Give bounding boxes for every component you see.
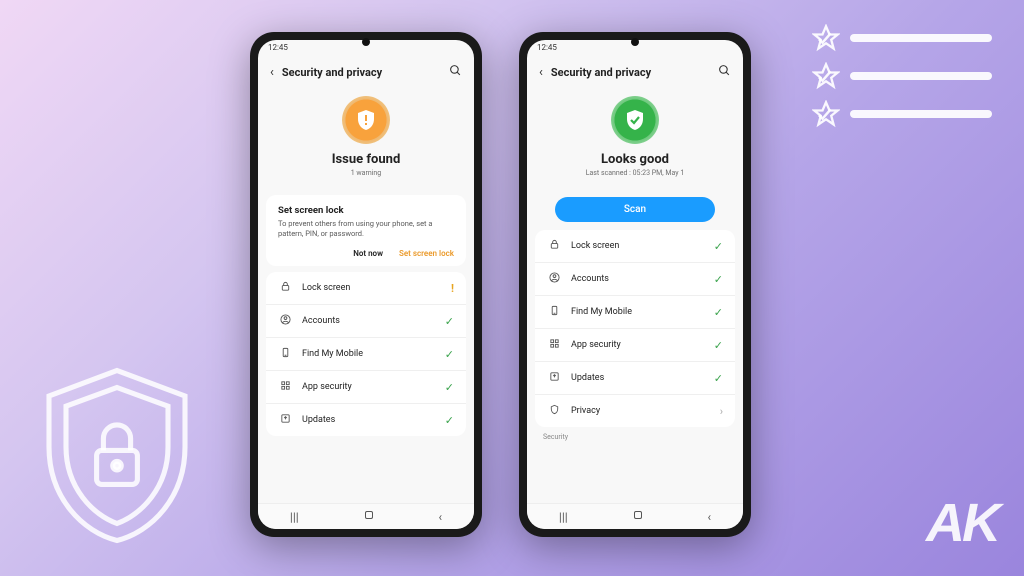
- row-label: Updates: [302, 415, 435, 425]
- camera-hole: [362, 38, 370, 46]
- security-list: Lock screen ✓ Accounts ✓ Find My Mobile …: [535, 230, 735, 427]
- nav-back[interactable]: ‹: [438, 510, 442, 524]
- row-label: Accounts: [571, 274, 704, 284]
- security-list: Lock screen ! Accounts ✓ Find My Mobile …: [266, 272, 466, 436]
- scan-button[interactable]: Scan: [555, 197, 715, 222]
- status-shield-warning-icon: [342, 96, 390, 144]
- status-subtitle: 1 warning: [268, 169, 464, 177]
- row-lock-screen[interactable]: Lock screen ✓: [535, 230, 735, 263]
- status-subtitle: Last scanned : 05:23 PM, May 1: [537, 169, 733, 177]
- status-title: Looks good: [537, 152, 733, 167]
- set-screen-lock-button[interactable]: Set screen lock: [399, 249, 454, 258]
- row-label: Updates: [571, 373, 704, 383]
- check-icon: ✓: [714, 240, 723, 253]
- row-label: Accounts: [302, 316, 435, 326]
- grid-icon: [547, 338, 561, 352]
- page-title: Security and privacy: [551, 66, 710, 79]
- nav-recent[interactable]: |||: [559, 510, 568, 524]
- lock-icon: [547, 239, 561, 253]
- phone-icon: [547, 305, 561, 319]
- user-icon: [547, 272, 561, 286]
- row-label: Find My Mobile: [571, 307, 704, 317]
- check-icon: ✓: [714, 339, 723, 352]
- row-find-my-mobile[interactable]: Find My Mobile ✓: [266, 338, 466, 371]
- check-icon: ✓: [714, 273, 723, 286]
- user-icon: [278, 314, 292, 328]
- row-label: App security: [302, 382, 435, 392]
- check-icon: ✓: [445, 381, 454, 394]
- row-app-security[interactable]: App security ✓: [266, 371, 466, 404]
- row-privacy[interactable]: Privacy ›: [535, 395, 735, 427]
- check-icon: ✓: [714, 306, 723, 319]
- back-button[interactable]: ‹: [539, 65, 543, 80]
- phone-icon: [278, 347, 292, 361]
- page-title: Security and privacy: [282, 66, 441, 79]
- android-navbar: ||| ‹: [258, 503, 474, 529]
- check-icon: ✓: [445, 315, 454, 328]
- row-updates[interactable]: Updates ✓: [535, 362, 735, 395]
- status-shield-check-icon: [611, 96, 659, 144]
- ak-logo: AK: [926, 492, 998, 554]
- row-find-my-mobile[interactable]: Find My Mobile ✓: [535, 296, 735, 329]
- warning-icon: !: [451, 282, 454, 295]
- status-title: Issue found: [268, 152, 464, 167]
- search-icon[interactable]: [718, 64, 731, 80]
- row-app-security[interactable]: App security ✓: [535, 329, 735, 362]
- shield-icon: [547, 404, 561, 418]
- decorative-checklist: [812, 24, 992, 138]
- not-now-button[interactable]: Not now: [353, 249, 383, 258]
- updates-icon: [278, 413, 292, 427]
- row-label: Find My Mobile: [302, 349, 435, 359]
- row-label: Privacy: [571, 406, 710, 416]
- row-lock-screen[interactable]: Lock screen !: [266, 272, 466, 305]
- card-title: Set screen lock: [278, 205, 454, 216]
- camera-hole: [631, 38, 639, 46]
- grid-icon: [278, 380, 292, 394]
- chevron-right-icon: ›: [720, 405, 723, 418]
- row-label: Lock screen: [571, 241, 704, 251]
- section-label: Security: [527, 427, 743, 441]
- search-icon[interactable]: [449, 64, 462, 80]
- lock-icon: [278, 281, 292, 295]
- android-navbar: ||| ‹: [527, 503, 743, 529]
- row-accounts[interactable]: Accounts ✓: [535, 263, 735, 296]
- row-label: App security: [571, 340, 704, 350]
- row-label: Lock screen: [302, 283, 441, 293]
- check-icon: ✓: [714, 372, 723, 385]
- phone-right: 12:45 ‹ Security and privacy Looks good …: [519, 32, 751, 537]
- decorative-shield-lock-icon: [32, 362, 202, 552]
- phone-left: 12:45 ‹ Security and privacy Issue found…: [250, 32, 482, 537]
- nav-home[interactable]: [363, 509, 375, 524]
- check-icon: ✓: [445, 414, 454, 427]
- row-updates[interactable]: Updates ✓: [266, 404, 466, 436]
- card-description: To prevent others from using your phone,…: [278, 219, 454, 239]
- nav-recent[interactable]: |||: [290, 510, 299, 524]
- suggestion-card: Set screen lock To prevent others from u…: [266, 195, 466, 266]
- row-accounts[interactable]: Accounts ✓: [266, 305, 466, 338]
- back-button[interactable]: ‹: [270, 65, 274, 80]
- updates-icon: [547, 371, 561, 385]
- nav-back[interactable]: ‹: [707, 510, 711, 524]
- check-icon: ✓: [445, 348, 454, 361]
- nav-home[interactable]: [632, 509, 644, 524]
